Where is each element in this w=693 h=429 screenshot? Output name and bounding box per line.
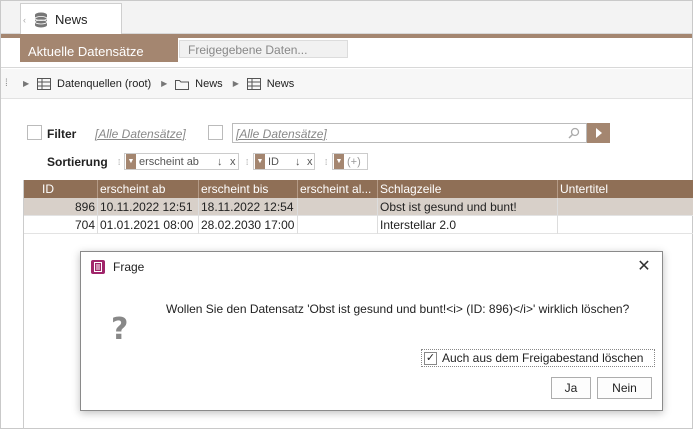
sort-dropdown-icon[interactable]: ▼ (255, 154, 265, 169)
close-icon[interactable]: ✕ (636, 258, 652, 275)
column-header-id[interactable]: ID (40, 180, 98, 198)
chevron-right-icon[interactable]: ▶ (233, 79, 243, 88)
sort-direction-icon[interactable]: ↓ (295, 156, 301, 168)
release-delete-checkbox[interactable]: ✓ Auch aus dem Freigabestand löschen (421, 349, 655, 367)
confirm-dialog: Frage ✕ ? Wollen Sie den Datensatz 'Obst… (80, 251, 663, 411)
no-button[interactable]: Nein (597, 377, 652, 399)
search-checkbox[interactable] (208, 125, 223, 140)
cell-schlagzeile: Interstellar 2.0 (378, 216, 558, 234)
tab-label: News (55, 12, 88, 27)
search-go-button[interactable] (587, 123, 610, 143)
dialog-body: ? Wollen Sie den Datensatz 'Obst ist ges… (81, 282, 662, 410)
dialog-message: Wollen Sie den Datensatz 'Obst ist gesun… (166, 302, 630, 316)
breadcrumb-folder[interactable]: News (195, 78, 223, 90)
sort-dropdown-icon[interactable]: ▼ (334, 154, 344, 169)
sort-handle-icon[interactable]: ⁞ (118, 158, 120, 167)
filter-row: Filter [Alle Datensätze] [Alle Datensätz… (1, 119, 692, 149)
sort-chip-field: ID (268, 155, 279, 168)
cell-erscheint-ab: 01.01.2021 08:00 (98, 216, 199, 234)
sort-row: Sortierung ⁞ ▼ erscheint ab ↓ x ⁞ ▼ ID ↓… (1, 151, 692, 173)
column-header-erscheint-al[interactable]: erscheint al... (298, 180, 378, 198)
sort-remove-icon[interactable]: x (230, 156, 236, 168)
search-input[interactable]: [Alle Datensätze] (232, 123, 587, 143)
column-header-erscheint-bis[interactable]: erscheint bis (199, 180, 298, 198)
tab-drag-handle-icon[interactable]: ‹ (23, 15, 31, 25)
app-icon (91, 260, 105, 274)
filter-dropdown[interactable]: [Alle Datensätze] (95, 127, 186, 141)
sort-chip-erscheint-ab[interactable]: ▼ erscheint ab ↓ x (124, 153, 239, 170)
chevron-right-icon[interactable]: ▶ (23, 79, 33, 88)
sort-handle-icon[interactable]: ⁞ (246, 158, 248, 167)
table-row[interactable]: 896 10.11.2022 12:51 18.11.2022 12:54 Ob… (24, 198, 693, 216)
play-icon (595, 128, 602, 138)
subtab-released-records[interactable]: Freigegebene Daten... (179, 40, 348, 58)
search-icon (568, 127, 580, 139)
tab-strip: ‹ News (1, 1, 692, 35)
app-window: ‹ News Aktuelle Datensätze Freigegebene … (0, 0, 693, 429)
table-header: ID erscheint ab erscheint bis erscheint … (24, 180, 693, 198)
table-icon (246, 77, 261, 90)
cell-untertitel (558, 198, 693, 216)
sort-handle-icon[interactable]: ⁞ (325, 158, 327, 167)
folder-icon (175, 79, 190, 90)
cell-schlagzeile: Obst ist gesund und bunt! (378, 198, 558, 216)
dialog-title: Frage (113, 260, 145, 274)
cell-id: 704 (40, 216, 98, 234)
sort-add-label: (+) (347, 155, 361, 168)
cell-erscheint-ab: 10.11.2022 12:51 (98, 198, 199, 216)
checkbox-label: Auch aus dem Freigabestand löschen (442, 351, 644, 365)
subtab-bar: Aktuelle Datensätze Freigegebene Daten..… (1, 38, 692, 68)
checkbox-checked-icon[interactable]: ✓ (424, 351, 437, 365)
search-value: [Alle Datensätze] (236, 127, 327, 141)
dialog-titlebar[interactable]: Frage ✕ (81, 252, 662, 282)
cell-erscheint-bis: 18.11.2022 12:54 (199, 198, 298, 216)
database-icon (34, 12, 48, 27)
chevron-right-icon[interactable]: ▶ (161, 79, 171, 88)
column-header-schlagzeile[interactable]: Schlagzeile (378, 180, 558, 198)
sort-label: Sortierung (47, 155, 108, 169)
question-icon: ? (111, 312, 129, 347)
table-icon (37, 77, 51, 90)
subtab-current-records[interactable]: Aktuelle Datensätze (20, 38, 178, 62)
column-header-erscheint-ab[interactable]: erscheint ab (98, 180, 199, 198)
breadcrumb-table[interactable]: News (267, 78, 295, 90)
tab-news[interactable]: ‹ News (20, 3, 122, 35)
cell-erscheint-al (298, 216, 378, 234)
cell-untertitel (558, 216, 693, 234)
column-header-untertitel[interactable]: Untertitel (558, 180, 693, 198)
cell-erscheint-bis: 28.02.2030 17:00 (199, 216, 298, 234)
breadcrumb-root[interactable]: Datenquellen (root) (57, 78, 151, 90)
yes-button[interactable]: Ja (551, 377, 591, 399)
sort-chip-add[interactable]: ▼ (+) (332, 153, 368, 170)
table-row[interactable]: 704 01.01.2021 08:00 28.02.2030 17:00 In… (24, 216, 693, 234)
sort-remove-icon[interactable]: x (307, 156, 313, 168)
breadcrumb: ⁞ ▶ Datenquellen (root) ▶ News ▶ News (1, 69, 692, 99)
sort-chip-id[interactable]: ▼ ID ↓ x (253, 153, 315, 170)
cell-erscheint-al (298, 198, 378, 216)
sort-direction-icon[interactable]: ↓ (217, 156, 223, 168)
filter-label: Filter (47, 127, 77, 141)
breadcrumb-handle-icon[interactable]: ⁞ (5, 78, 13, 89)
cell-id: 896 (40, 198, 98, 216)
sort-dropdown-icon[interactable]: ▼ (126, 154, 136, 169)
sort-chip-field: erscheint ab (139, 155, 199, 168)
filter-checkbox[interactable] (27, 125, 42, 140)
